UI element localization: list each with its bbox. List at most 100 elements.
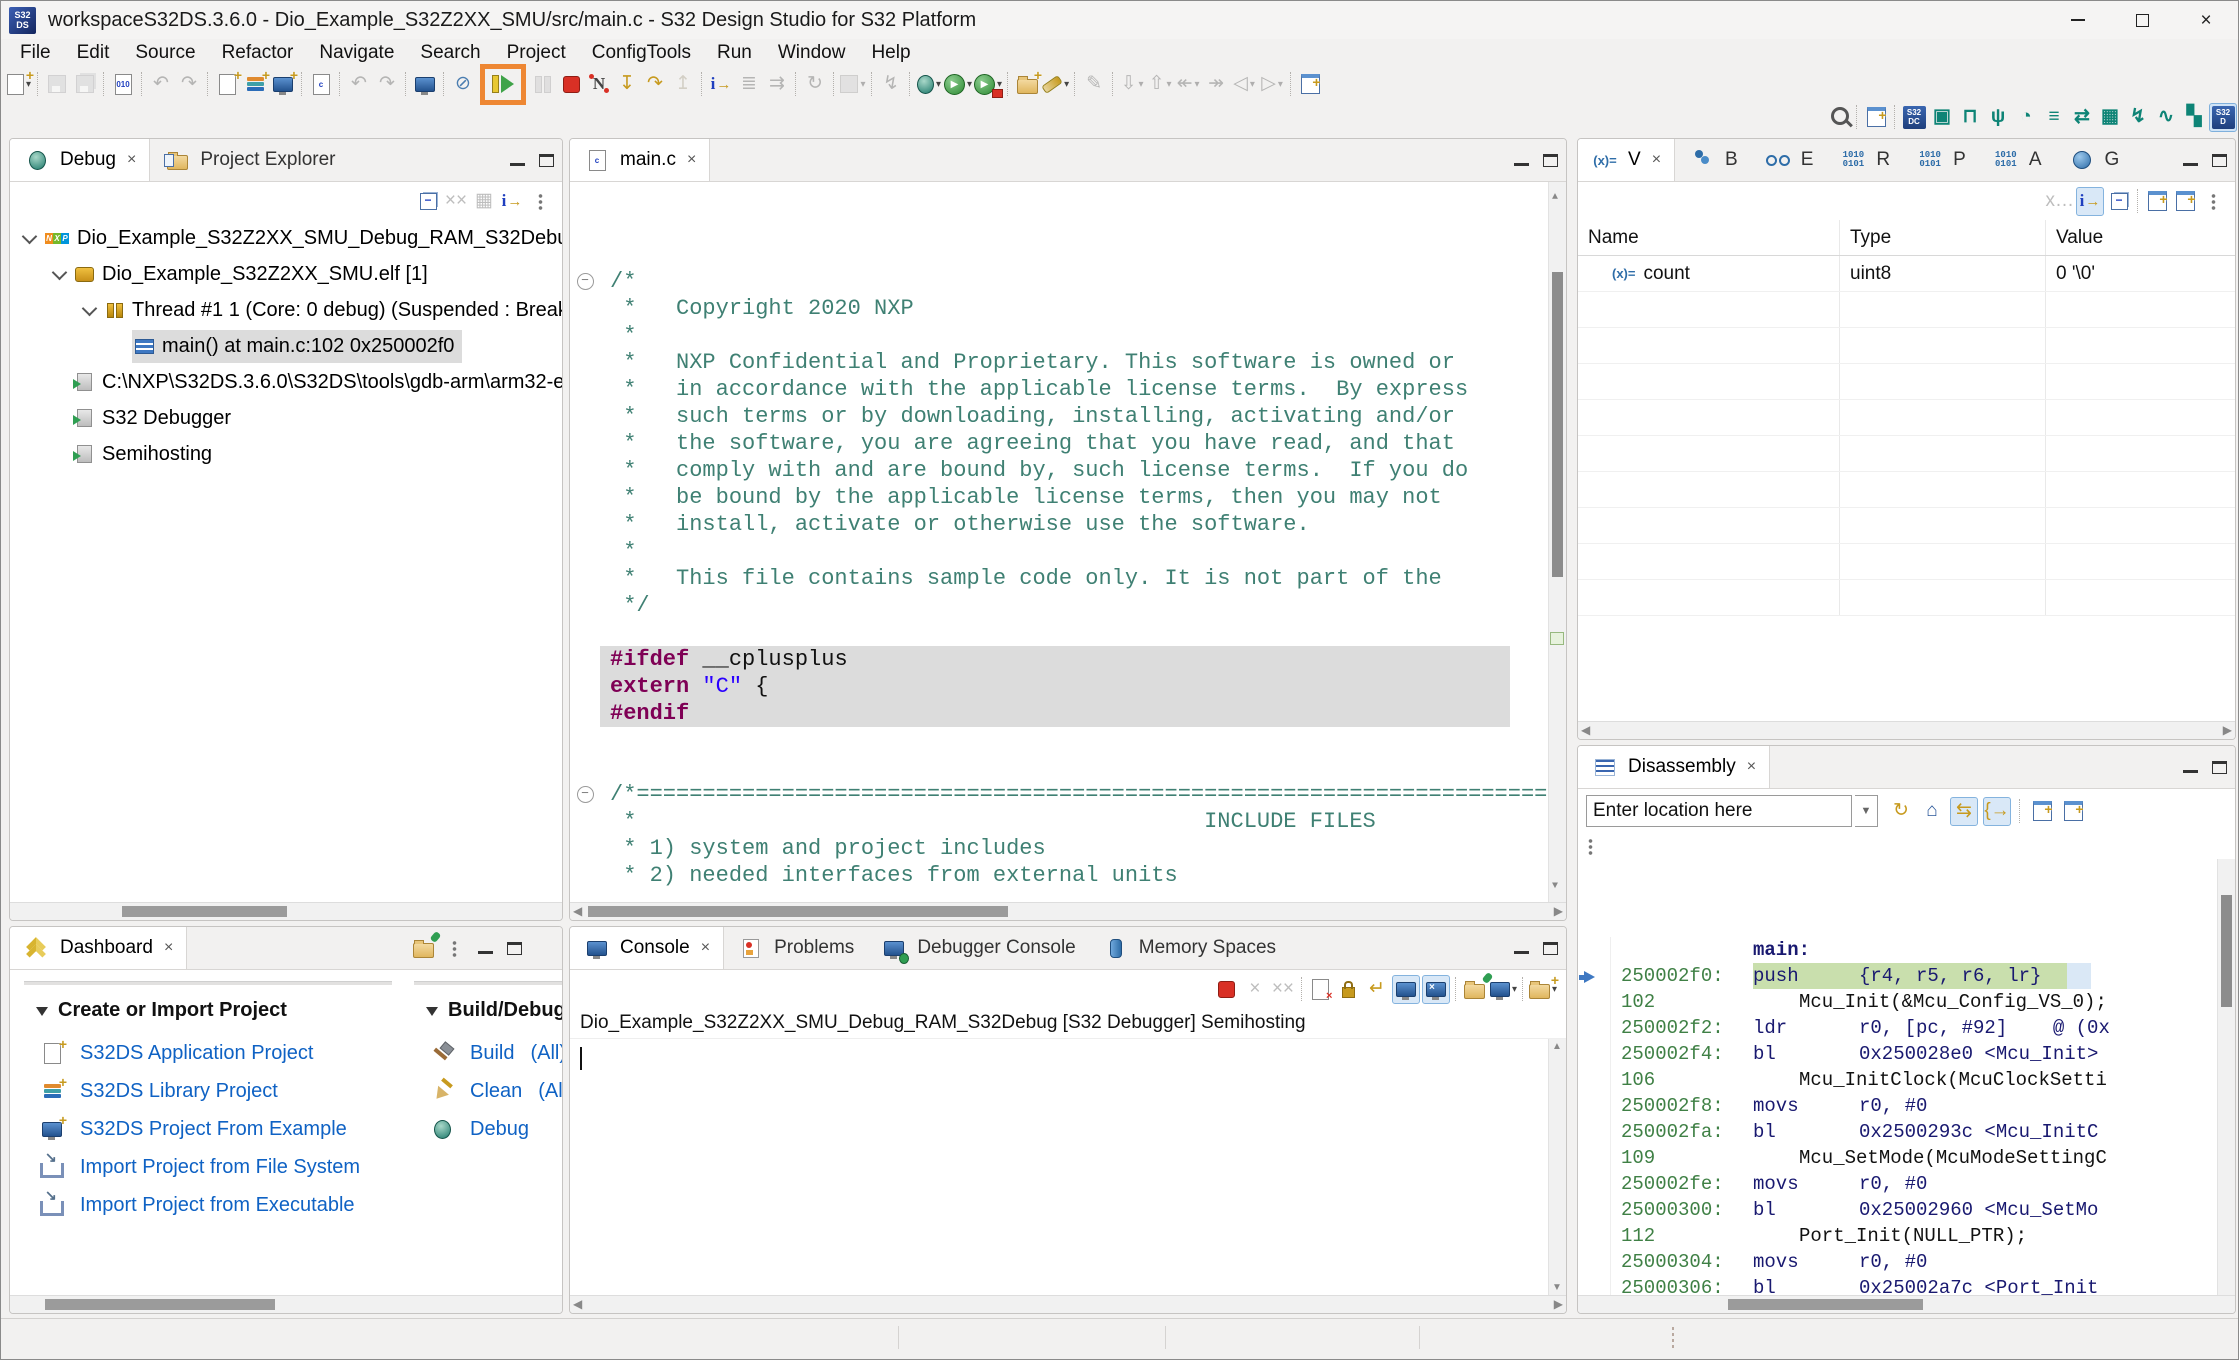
scroll-lock-icon[interactable] (1336, 976, 1362, 1003)
close-tab-icon[interactable]: × (701, 939, 710, 957)
pin-view-icon[interactable]: + (2060, 798, 2086, 825)
remove-launch-icon[interactable]: × (1242, 976, 1268, 1003)
new-project-from-example-icon[interactable]: + (270, 71, 296, 98)
step-into-icon[interactable]: ↧ (614, 71, 640, 98)
show-console-on-stderr-icon[interactable]: × (1422, 975, 1450, 1004)
new-library-project-icon[interactable]: + (242, 71, 268, 98)
load-to-target-icon[interactable]: ⇩▾ (1119, 71, 1145, 98)
maximize-view-icon[interactable] (2212, 154, 2227, 167)
new-application-project-icon[interactable]: + (214, 71, 240, 98)
disassembly-line[interactable]: 102Mcu_Init(&Mcu_Config_VS_0); (1578, 989, 2235, 1015)
word-wrap-icon[interactable]: ↵ (1364, 976, 1390, 1003)
maximize-view-icon[interactable] (1543, 942, 1558, 955)
code-line[interactable]: * comply with and are bound by, such lic… (570, 457, 1566, 484)
tree-expander-icon[interactable] (76, 307, 102, 314)
menu-search[interactable]: Search (407, 41, 493, 65)
efuse-tool-icon[interactable]: ↯ (2125, 104, 2151, 131)
location-input[interactable] (1586, 795, 1852, 827)
next-edit-location-icon[interactable]: ↷ (374, 71, 400, 98)
debug-tree-item[interactable]: Semihosting (10, 436, 562, 472)
external-tools-icon[interactable]: ▶▾ (974, 71, 1002, 98)
breakpoints-icon[interactable] (1689, 147, 1715, 174)
next-annotation-icon[interactable]: ↠ (1203, 71, 1229, 98)
code-line[interactable] (570, 754, 1566, 781)
tab-debugger-console[interactable]: Debugger Console (867, 927, 1088, 969)
minimize-window-button[interactable] (2046, 1, 2110, 39)
dashboard-hscrollbar[interactable] (10, 1295, 562, 1313)
debug-view-layout-icon[interactable]: ▦ (471, 188, 497, 215)
menu-navigate[interactable]: Navigate (306, 41, 407, 65)
pin-editor-icon[interactable]: + (1297, 71, 1323, 98)
console-icon[interactable] (584, 935, 610, 962)
search-icon[interactable] (1825, 104, 1851, 131)
tab-problems[interactable]: Problems (724, 927, 867, 969)
debug-tree-item[interactable]: C:\NXP\S32DS.3.6.0\S32DS\tools\gdb-arm\a… (10, 364, 562, 400)
minimize-view-icon[interactable] (478, 951, 493, 954)
project-explorer-icon[interactable] (164, 147, 190, 174)
menu-edit[interactable]: Edit (64, 41, 123, 65)
fold-collapse-icon[interactable]: − (577, 786, 594, 803)
clear-console-icon[interactable]: × (1308, 976, 1334, 1003)
code-line[interactable]: * INCLUDE FILES (570, 808, 1566, 835)
column-header-type[interactable]: Type (1840, 220, 2046, 255)
restart-icon[interactable]: ↻ (802, 71, 828, 98)
dashboard-icon[interactable] (24, 935, 50, 962)
tab-project-explorer[interactable]: Project Explorer (150, 139, 348, 181)
search-flashlight-icon[interactable]: ▾ (1042, 71, 1069, 98)
disassembly-icon[interactable] (1592, 754, 1618, 781)
timer-tool-icon[interactable]: ◔ (2013, 104, 2039, 131)
dashboard-link-debug[interactable]: Debug (414, 1110, 562, 1148)
code-line[interactable]: * such terms or by downloading, installi… (570, 403, 1566, 430)
collapse-all-icon[interactable]: − (2106, 188, 2132, 215)
forward-history-icon[interactable]: ▷▾ (1259, 71, 1285, 98)
new-disassembly-view-icon[interactable]: + (2029, 798, 2055, 825)
save-all-icon[interactable] (72, 71, 98, 98)
menu-run[interactable]: Run (704, 41, 765, 65)
code-line[interactable] (570, 619, 1566, 646)
code-line[interactable]: * in accordance with the applicable lice… (570, 376, 1566, 403)
column-header-value[interactable]: Value (2046, 220, 2235, 255)
disassembly-line[interactable]: 106Mcu_InitClock(McuClockSetti (1578, 1067, 2235, 1093)
instruction-stepping-icon[interactable]: i→ (499, 188, 525, 215)
menu-configtools[interactable]: ConfigTools (579, 41, 704, 65)
peripherals-tool-icon[interactable]: ψ (1985, 104, 2011, 131)
suspend-icon[interactable] (530, 71, 556, 98)
tab-disassembly[interactable]: Disassembly× (1578, 746, 1770, 788)
flash-from-file-icon[interactable]: ▾ (840, 71, 866, 98)
debug-tree-item[interactable]: Thread #1 1 (Core: 0 debug) (Suspended :… (10, 292, 562, 328)
dashboard-link-s32ds-library-project[interactable]: +S32DS Library Project (24, 1072, 392, 1110)
maximize-window-button[interactable] (2110, 1, 2174, 39)
show-console-on-stdout-icon[interactable] (1392, 975, 1420, 1004)
tab-main-c[interactable]: cmain.c× (570, 139, 710, 181)
maximize-view-icon[interactable] (539, 154, 554, 167)
collapse-triangle-icon[interactable] (426, 1007, 438, 1016)
close-tab-icon[interactable]: × (164, 939, 173, 957)
mark-occurrences-icon[interactable]: ✎ (1081, 71, 1107, 98)
code-line[interactable]: * Copyright 2020 NXP (570, 295, 1566, 322)
ddr-tool-icon[interactable]: ▦ (2097, 104, 2123, 131)
menu-source[interactable]: Source (122, 41, 208, 65)
debug-tree-item[interactable]: main() at main.c:102 0x250002f0 (10, 328, 562, 364)
debug-tree-item[interactable]: S32 Debugger (10, 400, 562, 436)
new-variables-view-icon[interactable]: + (2144, 188, 2170, 215)
code-line[interactable]: * This file contains sample code only. I… (570, 565, 1566, 592)
code-line[interactable]: * (570, 538, 1566, 565)
disassembly-line[interactable]: 25000306:bl0x25002a7c <Port_Init (1578, 1275, 2235, 1295)
code-line[interactable]: −/* (570, 268, 1566, 295)
tab-expressions[interactable]: E (1751, 139, 1827, 181)
tree-expander-icon[interactable] (16, 235, 42, 242)
section-header[interactable]: Create or Import Project (36, 999, 392, 1022)
collapse-triangle-icon[interactable] (36, 1007, 48, 1016)
go-to-program-counter-icon[interactable]: ⌂ (1919, 798, 1945, 825)
memory-config-tool-icon[interactable]: ≡ (2041, 104, 2067, 131)
terminate-icon[interactable] (558, 71, 584, 98)
tab-breakpoints[interactable]: B (1675, 139, 1751, 181)
close-tab-icon[interactable]: × (1652, 151, 1661, 169)
display-selected-console-icon[interactable]: ▾ (1490, 976, 1517, 1003)
menu-file[interactable]: File (7, 41, 64, 65)
open-console-icon[interactable]: +▾ (1529, 976, 1557, 1003)
tab-peripherals-alt[interactable]: 10100101A (1979, 139, 2055, 181)
show-logical-structures-icon[interactable]: i→ (2076, 187, 2104, 216)
step-return-icon[interactable]: ↥ (670, 71, 696, 98)
tab-dashboard[interactable]: Dashboard× (10, 927, 187, 969)
